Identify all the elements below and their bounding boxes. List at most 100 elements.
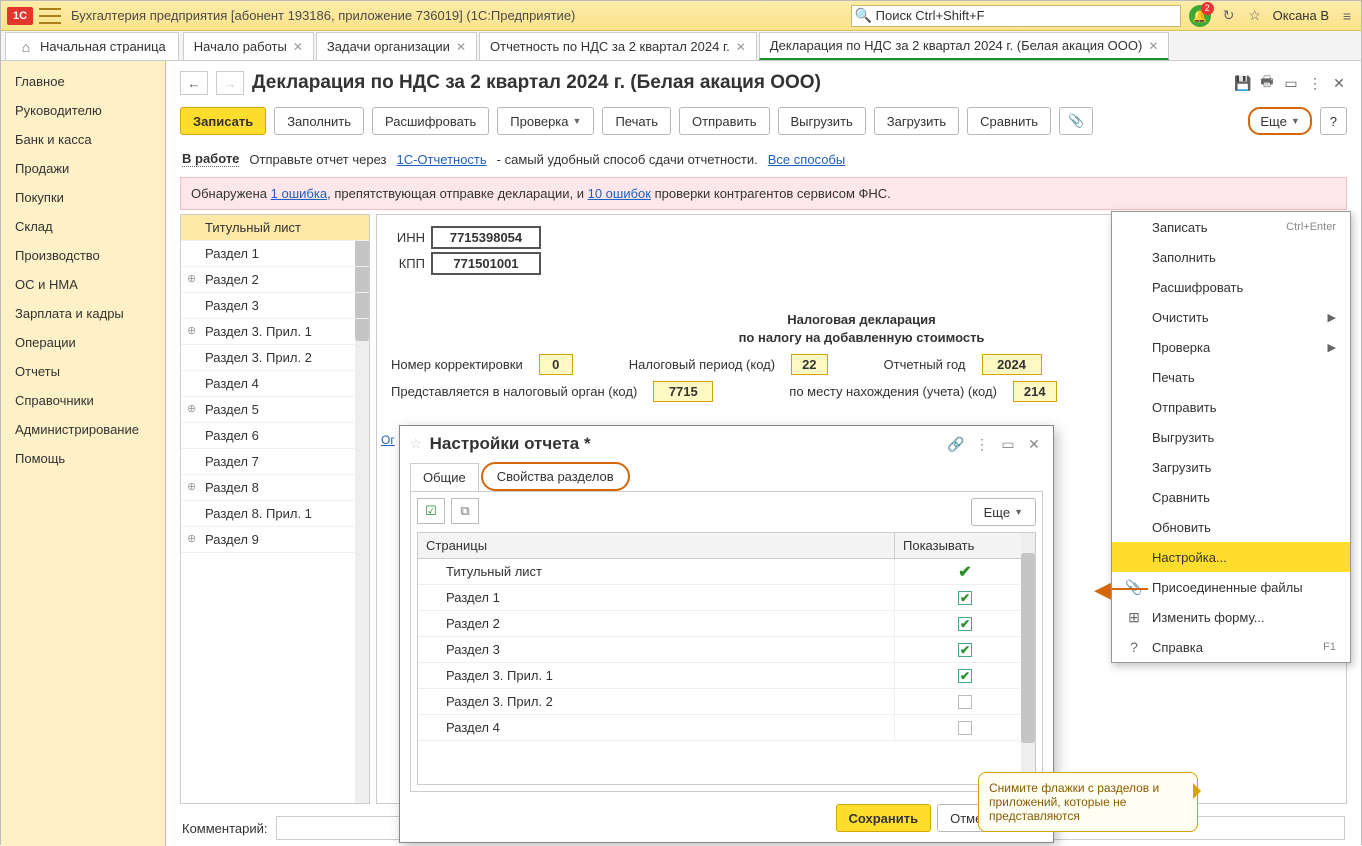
section-item[interactable]: Раздел 7	[181, 449, 369, 475]
print-icon[interactable]: 🖶	[1259, 75, 1275, 91]
tab[interactable]: Декларация по НДС за 2 квартал 2024 г. (…	[759, 32, 1170, 60]
section-item[interactable]: Раздел 1	[181, 241, 369, 267]
sidebar-item[interactable]: Производство	[1, 241, 165, 270]
close-icon[interactable]: ✕	[293, 40, 303, 54]
send-button[interactable]: Отправить	[679, 107, 769, 135]
sidebar-item[interactable]: Отчеты	[1, 357, 165, 386]
section-item[interactable]: Раздел 6	[181, 423, 369, 449]
tab-section-props[interactable]: Свойства разделов	[481, 462, 630, 491]
menu-item[interactable]: Отправить	[1112, 392, 1350, 422]
sidebar-item[interactable]: Справочники	[1, 386, 165, 415]
section-item[interactable]: Титульный лист	[181, 215, 369, 241]
organ-field[interactable]: 7715	[653, 381, 713, 402]
link-all-ways[interactable]: Все способы	[768, 152, 845, 167]
menu-icon[interactable]	[39, 8, 61, 24]
decode-button[interactable]: Расшифровать	[372, 107, 489, 135]
check-button[interactable]: Проверка▼	[497, 107, 594, 135]
section-item[interactable]: Раздел 8. Прил. 1	[181, 501, 369, 527]
tab[interactable]: Начало работы✕	[183, 32, 314, 60]
dialog-more-button[interactable]: Еще▼	[971, 498, 1036, 526]
kebab-icon[interactable]: ⋮	[973, 436, 991, 453]
menu-item[interactable]: ЗаписатьCtrl+Enter	[1112, 212, 1350, 242]
link-icon[interactable]: 🔗	[947, 436, 965, 453]
import-button[interactable]: Загрузить	[874, 107, 959, 135]
notifications-icon[interactable]: 🔔2	[1189, 5, 1211, 27]
user-name[interactable]: Оксана В	[1273, 8, 1329, 23]
write-button[interactable]: Записать	[180, 107, 266, 135]
place-field[interactable]: 214	[1013, 381, 1057, 402]
section-item[interactable]: Раздел 4	[181, 371, 369, 397]
sidebar-item[interactable]: Банк и касса	[1, 125, 165, 154]
menu-item[interactable]: Загрузить	[1112, 452, 1350, 482]
close-icon[interactable]: ✕	[736, 40, 746, 54]
compare-button[interactable]: Сравнить	[967, 107, 1051, 135]
table-row[interactable]: Раздел 3. Прил. 1✔	[418, 663, 1035, 689]
close-icon[interactable]: ✕	[456, 40, 466, 54]
section-item[interactable]: ⊕Раздел 2	[181, 267, 369, 293]
sidebar-item[interactable]: ОС и НМА	[1, 270, 165, 299]
nav-fwd[interactable]: →	[216, 71, 244, 95]
sidebar-item[interactable]: Руководителю	[1, 96, 165, 125]
table-row[interactable]: Титульный лист✔	[418, 559, 1035, 585]
save-button[interactable]: Сохранить	[836, 804, 932, 832]
sidebar-item[interactable]: Зарплата и кадры	[1, 299, 165, 328]
print-button[interactable]: Печать	[602, 107, 671, 135]
og-link[interactable]: Ог	[381, 433, 395, 447]
attach-button[interactable]: 📎	[1059, 107, 1093, 135]
table-row[interactable]: Раздел 4	[418, 715, 1035, 741]
checkbox[interactable]: ✔	[958, 669, 972, 683]
export-button[interactable]: Выгрузить	[778, 107, 866, 135]
menu-item[interactable]: Печать	[1112, 362, 1350, 392]
save-icon[interactable]: 💾	[1235, 75, 1251, 91]
status-label[interactable]: В работе	[182, 151, 239, 167]
menu-item[interactable]: 📎Присоединенные файлы	[1112, 572, 1350, 602]
nav-back[interactable]: ←	[180, 71, 208, 95]
tab[interactable]: Отчетность по НДС за 2 квартал 2024 г.✕	[479, 32, 757, 60]
link-1c-report[interactable]: 1С-Отчетность	[396, 152, 486, 167]
menu-item[interactable]: ⊞Изменить форму...	[1112, 602, 1350, 632]
sidebar-item[interactable]: Покупки	[1, 183, 165, 212]
link-errors-1[interactable]: 1 ошибка	[271, 186, 327, 201]
checkbox[interactable]: ✔	[958, 591, 972, 605]
fav-icon[interactable]: ☆	[410, 436, 422, 452]
history-icon[interactable]: ↻	[1221, 8, 1237, 24]
section-item[interactable]: Раздел 3	[181, 293, 369, 319]
menu-item[interactable]: Очистить▶	[1112, 302, 1350, 332]
menu-item[interactable]: Настройка...	[1112, 542, 1350, 572]
menu-item[interactable]: Обновить	[1112, 512, 1350, 542]
sidebar-item[interactable]: Администрирование	[1, 415, 165, 444]
expand-icon[interactable]: ⊕	[187, 402, 196, 415]
section-item[interactable]: ⊕Раздел 3. Прил. 1	[181, 319, 369, 345]
checkbox[interactable]: ✔	[958, 617, 972, 631]
user-menu-icon[interactable]: ≡	[1339, 8, 1355, 24]
year-field[interactable]: 2024	[982, 354, 1042, 375]
scrollbar[interactable]	[1021, 533, 1035, 784]
search-input[interactable]: 🔍 Поиск Ctrl+Shift+F	[851, 5, 1181, 27]
tab-general[interactable]: Общие	[410, 463, 479, 491]
table-row[interactable]: Раздел 3✔	[418, 637, 1035, 663]
kebab-icon[interactable]: ⋮	[1307, 75, 1323, 91]
tab-home[interactable]: ⌂ Начальная страница	[5, 32, 179, 60]
checkbox[interactable]: ✔	[958, 643, 972, 657]
sidebar-item[interactable]: Помощь	[1, 444, 165, 473]
inn-field[interactable]: 7715398054	[431, 226, 541, 249]
sidebar-item[interactable]: Главное	[1, 67, 165, 96]
menu-item[interactable]: Проверка▶	[1112, 332, 1350, 362]
star-icon[interactable]: ☆	[1247, 8, 1263, 24]
sidebar-item[interactable]: Продажи	[1, 154, 165, 183]
expand-icon[interactable]: ⊕	[187, 480, 196, 493]
more-button[interactable]: Еще▼	[1248, 107, 1311, 135]
link-errors-10[interactable]: 10 ошибок	[588, 186, 651, 201]
menu-item[interactable]: Расшифровать	[1112, 272, 1350, 302]
fill-button[interactable]: Заполнить	[274, 107, 364, 135]
table-row[interactable]: Раздел 2✔	[418, 611, 1035, 637]
help-button[interactable]: ?	[1320, 107, 1347, 135]
kpp-field[interactable]: 771501001	[431, 252, 541, 275]
section-item[interactable]: ⊕Раздел 5	[181, 397, 369, 423]
period-field[interactable]: 22	[791, 354, 827, 375]
menu-item[interactable]: Выгрузить	[1112, 422, 1350, 452]
checkbox[interactable]	[958, 721, 972, 735]
close-icon[interactable]: ✕	[1148, 39, 1158, 53]
section-item[interactable]: ⊕Раздел 8	[181, 475, 369, 501]
expand-icon[interactable]: ⊕	[187, 272, 196, 285]
